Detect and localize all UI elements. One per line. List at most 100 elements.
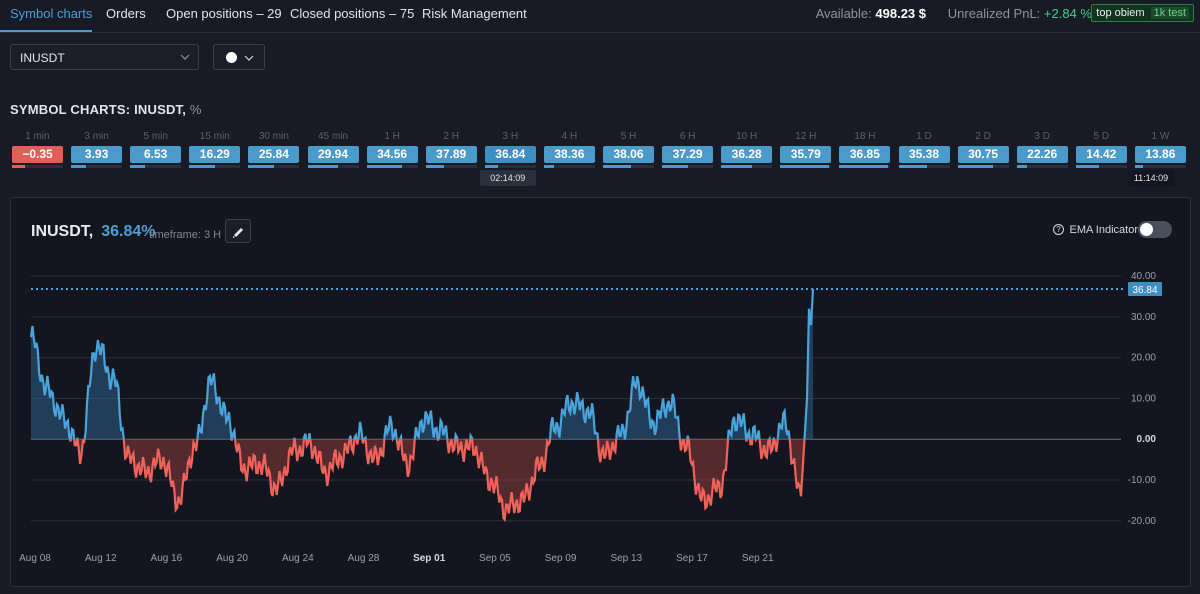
timeframe-progress-fill [603, 165, 632, 168]
pnl-value: +2.84 % [1043, 6, 1092, 21]
timeframe-label: 6 H [679, 131, 696, 142]
y-tick-label: 30.00 [1131, 312, 1156, 323]
timeframe-value: 6.53 [130, 146, 182, 163]
selected-time-tooltip: 02:14:09 [479, 170, 536, 186]
timeframe-progress-fill [1016, 165, 1027, 168]
timeframe-value: 3.93 [71, 146, 123, 163]
timeframe-1-w[interactable]: 1 W 13.86 [1134, 131, 1186, 171]
timeframe-value: 35.38 [898, 146, 950, 163]
timeframe-progress-fill [839, 165, 888, 168]
last-time-tooltip: 11:14:09 [1128, 170, 1174, 186]
timeframe-3-min[interactable]: 3 min 3.93 [71, 131, 123, 171]
timeframe-progress-fill [898, 165, 927, 168]
x-tick-label: Aug 24 [282, 553, 314, 564]
tab-open-positions[interactable]: Open positions – 29 [166, 6, 282, 21]
timeframe-progress [1016, 165, 1068, 168]
timeframe-value: 13.86 [1134, 146, 1186, 163]
timeframe-progress-fill [425, 165, 444, 168]
timeframe-3-h[interactable]: 3 H 36.84 [484, 131, 536, 171]
timeframe-progress-fill [780, 165, 829, 168]
x-tick-label: Aug 20 [216, 553, 248, 564]
timeframe-label: 1 W [1151, 131, 1170, 142]
timeframe-progress-fill [189, 165, 215, 168]
y-tick-label: 20.00 [1131, 353, 1156, 364]
timeframe-progress [425, 165, 477, 168]
timeframe-value: 22.26 [1016, 146, 1068, 163]
timeframe-1-h[interactable]: 1 H 34.56 [366, 131, 418, 171]
timeframe-10-h[interactable]: 10 H 36.28 [721, 131, 773, 171]
timeframe-progress [1134, 165, 1186, 168]
timeframe-label: 5 H [620, 131, 637, 142]
timeframe-6-h[interactable]: 6 H 37.29 [662, 131, 714, 171]
timeframe-5-d[interactable]: 5 D 14.42 [1075, 131, 1127, 171]
x-tick-label: Aug 12 [85, 553, 117, 564]
account-badge[interactable]: top obiem 1k test [1091, 4, 1194, 22]
symbol-select[interactable]: INUSDT [10, 44, 199, 70]
timeframe-value: 36.85 [839, 146, 891, 163]
timeframe-progress-fill [662, 165, 688, 168]
timeframe-progress-fill [1075, 165, 1099, 168]
available-balance: Available: 498.23 $ [816, 6, 926, 21]
timeframe-progress [366, 165, 418, 168]
percent-chart[interactable]: 40.00 30.00 20.00 10.00 0.00 -10.00 -20.00 36.8… [11, 198, 1192, 588]
section-title-text: SYMBOL CHARTS: INUSDT, [10, 102, 187, 117]
timeframe-4-h[interactable]: 4 H 38.36 [543, 131, 595, 171]
timeframe-progress-fill [12, 165, 25, 168]
y-tick-label: 40.00 [1131, 271, 1156, 282]
negative-line [68, 439, 806, 523]
timeframe-progress [189, 165, 241, 168]
timeframe-5-min[interactable]: 5 min 6.53 [130, 131, 182, 171]
timeframe-15-min[interactable]: 15 min 16.29 [189, 131, 241, 171]
tab-orders[interactable]: Orders [106, 6, 146, 21]
timeframe-progress-fill [366, 165, 403, 168]
timeframe-label: 2 D [975, 131, 991, 142]
x-tick-label: Sep 17 [676, 553, 708, 564]
top-navigation: Symbol charts Orders Open positions – 29… [0, 0, 1200, 33]
tab-risk-management[interactable]: Risk Management [422, 6, 527, 21]
active-tab-indicator [0, 30, 92, 32]
timeframe-3-d[interactable]: 3 D 22.26 [1016, 131, 1068, 171]
timeframe-value: 38.36 [543, 146, 595, 163]
timeframe-value: 25.84 [248, 146, 300, 163]
timeframe-progress [12, 165, 63, 168]
timeframe-label: 12 H [795, 131, 817, 142]
timeframe-label: 3 D [1034, 131, 1050, 142]
timeframe-value: −0.35 [12, 146, 63, 163]
timeframe-value: 37.29 [662, 146, 714, 163]
timeframe-progress-fill [484, 165, 498, 168]
tab-symbol-charts[interactable]: Symbol charts [10, 6, 92, 21]
timeframe-progress [721, 165, 773, 168]
timeframe-label: 1 H [384, 131, 400, 142]
timeframe-label: 4 H [561, 131, 578, 142]
timeframe-1-min[interactable]: 1 min −0.35 [12, 131, 63, 171]
chevron-down-icon [180, 54, 190, 60]
timeframe-label: 3 H [502, 131, 519, 142]
chart-card: INUSDT, 36.84% timeframe: 3 H ? EMA Indic… [10, 197, 1191, 587]
timeframe-30-min[interactable]: 30 min 25.84 [248, 131, 300, 171]
y-tick-label: -10.00 [1128, 475, 1157, 486]
color-swatch [226, 52, 237, 63]
timeframe-progress-fill [957, 165, 994, 168]
chevron-down-icon [244, 55, 254, 61]
current-value-label: 36.84 [1132, 285, 1157, 296]
timeframe-2-d[interactable]: 2 D 30.75 [957, 131, 1009, 171]
timeframe-label: 10 H [736, 131, 758, 142]
timeframe-12-h[interactable]: 12 H 35.79 [780, 131, 832, 171]
timeframe-value: 36.28 [721, 146, 773, 163]
timeframe-18-h[interactable]: 18 H 36.85 [839, 131, 891, 171]
timeframe-progress [957, 165, 1009, 168]
x-tick-label: Aug 16 [151, 553, 183, 564]
timeframe-progress [1075, 165, 1127, 168]
timeframe-label: 1 min [25, 131, 50, 142]
timeframe-progress [130, 165, 182, 168]
tab-closed-positions[interactable]: Closed positions – 75 [290, 6, 414, 21]
timeframe-45-min[interactable]: 45 min 29.94 [307, 131, 359, 171]
timeframe-5-h[interactable]: 5 H 38.06 [603, 131, 654, 171]
x-tick-label: Sep 13 [610, 553, 642, 564]
timeframe-progress [898, 165, 950, 168]
color-select[interactable] [213, 44, 265, 70]
timeframe-1-d[interactable]: 1 D 35.38 [898, 131, 950, 171]
x-tick-label: Sep 05 [479, 553, 511, 564]
timeframe-label: 3 min [84, 131, 109, 142]
timeframe-2-h[interactable]: 2 H 37.89 [425, 131, 477, 171]
